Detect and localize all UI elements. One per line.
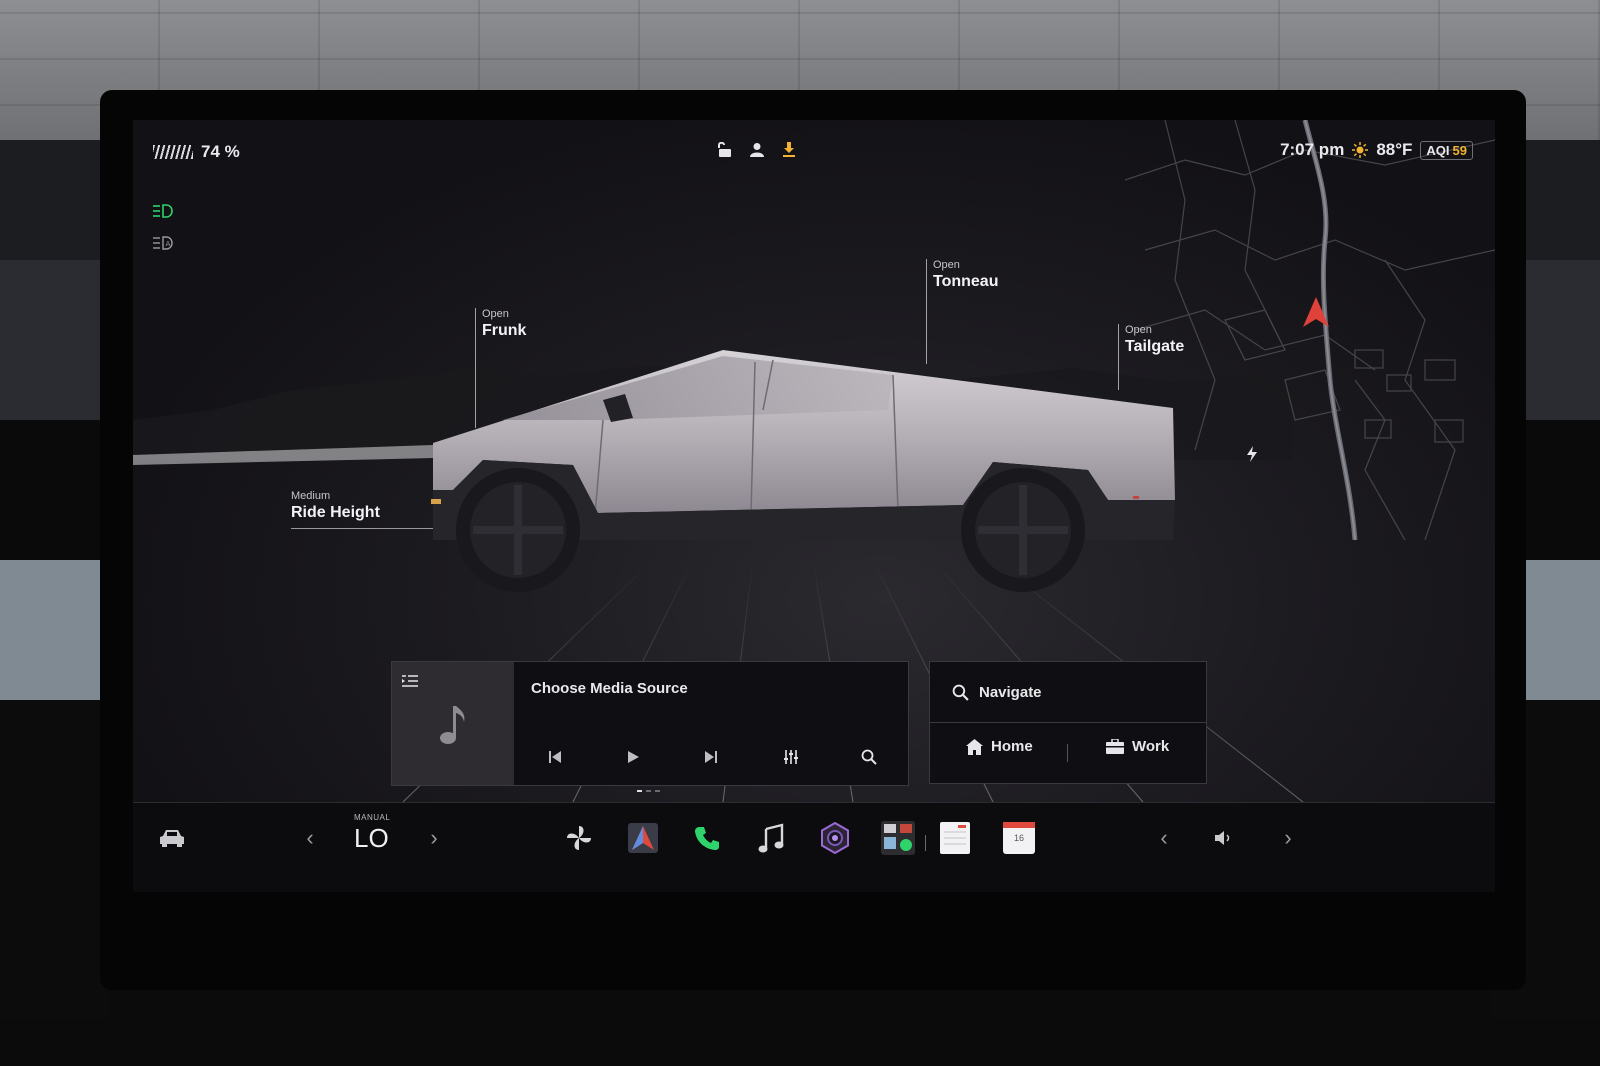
app-launcher-icon <box>881 821 915 855</box>
next-track-icon <box>705 751 717 763</box>
calendar-header <box>1003 822 1035 828</box>
sun-icon <box>1352 142 1369 158</box>
chevron-right-icon: › <box>430 825 438 850</box>
navigation-app-icon <box>628 823 658 853</box>
divider <box>1067 744 1068 762</box>
previous-track-button[interactable] <box>542 744 568 770</box>
card-page-indicator[interactable] <box>637 790 660 792</box>
media-player-card[interactable]: Choose Media Source <box>391 661 909 786</box>
calendar-icon: 16 <box>1003 822 1035 854</box>
touchscreen: 74 % 7:07 pm 88°F AQI 59 A Open Frunk Op… <box>133 120 1495 892</box>
volume-icon <box>1215 831 1230 845</box>
search-icon <box>861 749 877 765</box>
tonneau-action: Open <box>933 259 960 271</box>
driver-profile-icon[interactable] <box>750 142 764 158</box>
page-dot <box>655 790 660 792</box>
volume-button[interactable] <box>1213 821 1235 855</box>
outside-temperature: 88°F <box>1376 140 1413 159</box>
work-label: Work <box>1132 738 1170 755</box>
car-icon <box>160 830 184 847</box>
music-note-icon <box>440 706 465 744</box>
music-icon <box>758 823 784 853</box>
battery-status[interactable]: 74 % <box>153 142 240 162</box>
media-queue-icon[interactable] <box>402 674 418 688</box>
svg-text:A: A <box>166 240 171 248</box>
bottom-dock: ‹ MANUAL LO › 16 ‹ › <box>133 802 1495 892</box>
play-button[interactable] <box>620 744 646 770</box>
chevron-left-icon: ‹ <box>306 825 314 850</box>
home-icon <box>966 738 983 755</box>
unlock-icon[interactable] <box>718 142 732 158</box>
calendar-app-button[interactable]: 16 <box>1003 821 1035 855</box>
home-label: Home <box>991 738 1033 755</box>
ride-height-label: Ride Height <box>291 504 380 521</box>
climate-fan-button[interactable] <box>563 821 595 855</box>
page-dot <box>646 790 651 792</box>
volume-increase-button[interactable]: › <box>1281 821 1295 855</box>
clock: 7:07 pm <box>1280 140 1345 159</box>
climate-decrease-button[interactable]: ‹ <box>303 821 317 855</box>
navigate-label: Navigate <box>979 683 1042 701</box>
notes-app-button[interactable] <box>939 821 971 855</box>
calendar-day: 16 <box>1013 833 1024 843</box>
equalizer-button[interactable] <box>778 744 804 770</box>
volume-decrease-button[interactable]: ‹ <box>1157 821 1171 855</box>
next-track-button[interactable] <box>698 744 724 770</box>
tailgate-action: Open <box>1125 324 1152 336</box>
tailgate-label: Tailgate <box>1125 338 1185 355</box>
navigate-search-field[interactable]: Navigate <box>930 662 1206 723</box>
fan-icon <box>567 826 591 850</box>
frunk-label: Frunk <box>482 322 527 339</box>
music-app-button[interactable] <box>755 821 787 855</box>
aqi-value: 59 <box>1452 142 1467 158</box>
camera-icon <box>821 822 849 854</box>
notes-icon <box>940 822 970 854</box>
climate-increase-button[interactable]: › <box>427 821 441 855</box>
camera-app-button[interactable] <box>819 821 851 855</box>
media-search-button[interactable] <box>856 744 882 770</box>
home-shortcut[interactable]: Home <box>966 738 1033 755</box>
search-icon <box>952 684 969 701</box>
aqi-label: AQI <box>1426 142 1450 158</box>
headlights-on-icon <box>153 204 173 218</box>
chevron-left-icon: ‹ <box>1160 825 1168 850</box>
album-art[interactable] <box>392 662 514 785</box>
status-right: 7:07 pm 88°F AQI 59 <box>1280 140 1473 160</box>
equalizer-icon <box>784 750 798 764</box>
car-controls-button[interactable] <box>159 821 185 855</box>
climate-temperature[interactable]: LO <box>354 823 389 854</box>
previous-track-icon <box>549 751 561 763</box>
battery-percent: 74 % <box>201 142 240 161</box>
software-update-icon[interactable] <box>782 142 796 158</box>
navigation-app-button[interactable] <box>627 821 659 855</box>
dock-separator <box>925 835 926 851</box>
tonneau-label: Tonneau <box>933 273 999 290</box>
navigation-card: Navigate Home Work <box>929 661 1207 784</box>
media-title: Choose Media Source <box>531 680 688 697</box>
app-launcher-button[interactable] <box>881 821 915 855</box>
battery-icon <box>153 145 193 159</box>
status-icons <box>718 142 796 158</box>
page-dot <box>637 790 642 792</box>
climate-mode: MANUAL <box>354 813 391 822</box>
frunk-action: Open <box>482 308 509 320</box>
play-icon <box>628 751 639 763</box>
chevron-right-icon: › <box>1284 825 1292 850</box>
ride-height-level: Medium <box>291 490 331 502</box>
aqi-badge[interactable]: AQI 59 <box>1420 140 1473 160</box>
phone-app-button[interactable] <box>691 821 723 855</box>
phone-icon <box>695 827 719 850</box>
dashboard-left <box>0 140 110 1020</box>
work-shortcut[interactable]: Work <box>1106 738 1169 755</box>
auto-high-beam-icon: A <box>153 236 173 250</box>
briefcase-icon <box>1106 739 1124 754</box>
